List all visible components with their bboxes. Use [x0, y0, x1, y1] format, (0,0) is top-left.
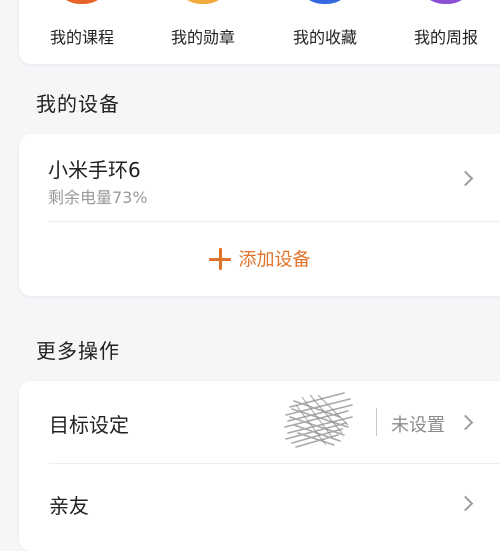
shortcut-label: 我的周报 [413, 28, 478, 47]
add-device-button[interactable]: 添加设备 [19, 240, 500, 280]
plus-icon [208, 247, 231, 270]
chevron-right-icon [457, 495, 474, 512]
course-icon [51, 0, 113, 4]
shortcut-my-weekly-report[interactable]: 我的周报 [391, 0, 500, 64]
shortcut-label: 我的收藏 [292, 28, 357, 47]
add-device-label: 添加设备 [238, 249, 311, 271]
favorites-icon [294, 0, 356, 4]
device-row[interactable]: 小米手环6 剩余电量73% [19, 134, 500, 220]
goal-setting-row[interactable]: 目标设定 未设置 [19, 381, 500, 463]
shortcut-label: 我的勋章 [170, 28, 235, 47]
section-title-more-operations: 更多操作 [36, 339, 120, 363]
goal-setting-value: 未设置 [391, 415, 445, 436]
device-battery: 剩余电量73% [48, 188, 148, 207]
device-name: 小米手环6 [48, 158, 141, 182]
section-title-my-devices: 我的设备 [36, 92, 120, 116]
value-separator [376, 408, 377, 436]
shortcut-my-favorites[interactable]: 我的收藏 [270, 0, 380, 64]
weekly-report-icon [415, 0, 477, 4]
devices-card: 小米手环6 剩余电量73% 添加设备 [19, 134, 500, 296]
shortcut-label: 我的课程 [49, 28, 114, 47]
friends-row[interactable]: 亲友 [19, 464, 500, 546]
chevron-right-icon [457, 170, 474, 187]
shortcut-my-medals[interactable]: 我的勋章 [148, 0, 258, 64]
medal-icon [172, 0, 234, 4]
shortcuts-card: 我的课程 我的勋章 我的收藏 我的周报 [19, 0, 500, 64]
chevron-right-icon [457, 414, 474, 431]
divider [48, 221, 500, 222]
scribble-mark [284, 392, 353, 448]
friends-label: 亲友 [49, 494, 89, 518]
shortcut-my-courses[interactable]: 我的课程 [27, 0, 137, 64]
goal-setting-label: 目标设定 [49, 413, 129, 437]
operations-card: 目标设定 未设置 亲友 [19, 381, 500, 551]
